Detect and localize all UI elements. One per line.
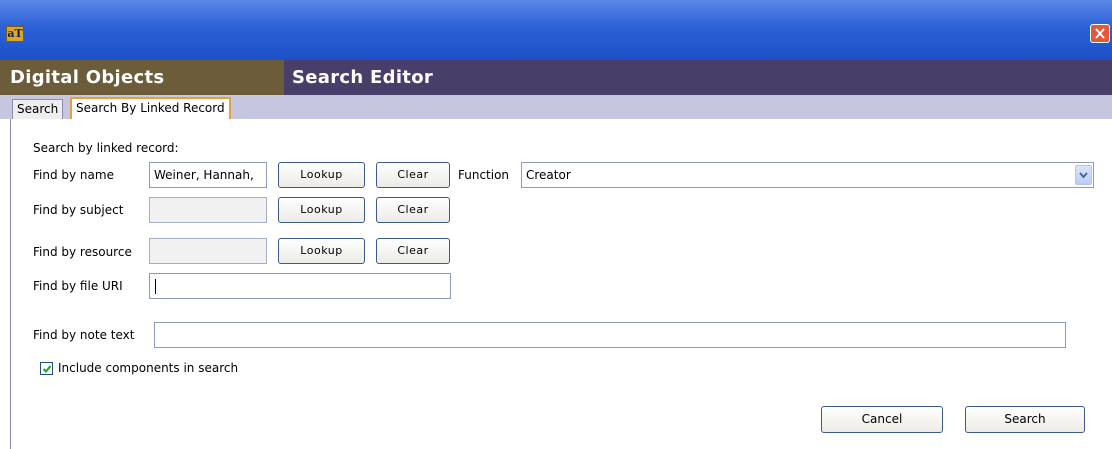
tab-strip: Search Search By Linked Record — [0, 95, 1112, 119]
module-header: Digital Objects Search Editor — [0, 60, 1112, 95]
name-lookup-button[interactable]: Lookup — [278, 162, 365, 188]
find-by-file-uri-label: Find by file URI — [33, 279, 123, 293]
include-components-label: Include components in search — [58, 361, 239, 375]
section-label: Search by linked record: — [33, 141, 179, 155]
checkmark-icon — [42, 365, 52, 373]
subject-clear-button[interactable]: Clear — [376, 197, 450, 223]
text-cursor — [155, 279, 156, 294]
find-by-name-label: Find by name — [33, 168, 114, 182]
tab-search-by-linked-record[interactable]: Search By Linked Record — [70, 97, 231, 119]
resource-clear-button[interactable]: Clear — [376, 238, 450, 264]
function-label: Function — [458, 168, 510, 182]
editor-title-area: Search Editor — [284, 60, 1112, 95]
include-components-checkbox[interactable] — [40, 362, 53, 375]
name-clear-button[interactable]: Clear — [376, 162, 450, 188]
find-by-name-field[interactable]: Weiner, Hannah, — [149, 162, 267, 188]
editor-title: Search Editor — [292, 67, 434, 88]
cancel-button[interactable]: Cancel — [821, 406, 943, 433]
find-by-subject-label: Find by subject — [33, 203, 124, 217]
find-by-file-uri-field[interactable] — [149, 273, 451, 299]
find-by-resource-label: Find by resource — [33, 245, 132, 259]
window-titlebar: aT — [0, 0, 1112, 60]
find-by-subject-field[interactable] — [149, 197, 267, 223]
subject-lookup-button[interactable]: Lookup — [278, 197, 365, 223]
find-by-note-text-label: Find by note text — [33, 328, 135, 342]
search-form-panel: Search by linked record: Find by name We… — [10, 119, 1112, 449]
module-title: Digital Objects — [10, 67, 165, 88]
close-button[interactable] — [1090, 24, 1110, 43]
chevron-down-icon[interactable] — [1075, 165, 1092, 185]
find-by-resource-field[interactable] — [149, 238, 267, 264]
search-button[interactable]: Search — [965, 406, 1085, 433]
app-logo-icon: aT — [6, 26, 24, 42]
module-title-area: Digital Objects — [0, 60, 284, 95]
find-by-note-text-field[interactable] — [154, 322, 1066, 348]
close-icon — [1095, 28, 1105, 39]
resource-lookup-button[interactable]: Lookup — [278, 238, 365, 264]
tab-search[interactable]: Search — [12, 99, 64, 119]
function-select[interactable]: Creator — [521, 162, 1094, 188]
function-select-value: Creator — [526, 168, 571, 182]
